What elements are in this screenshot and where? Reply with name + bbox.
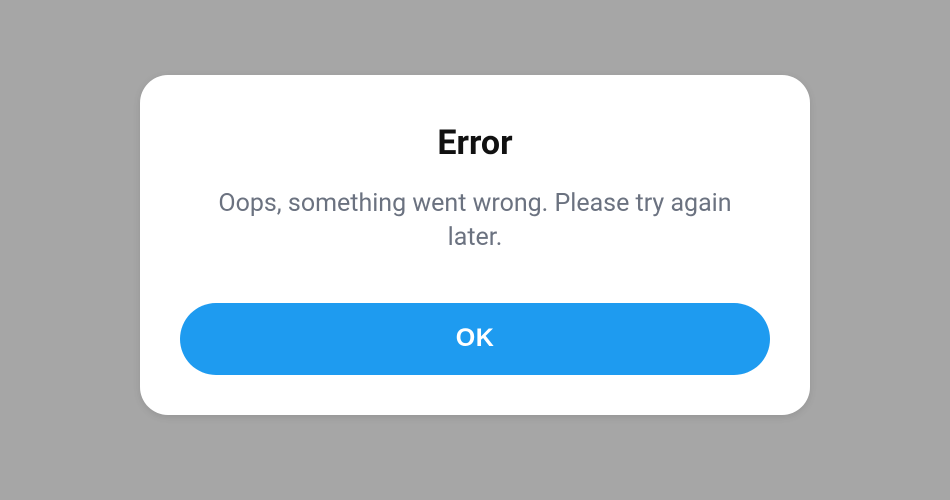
ok-button[interactable]: OK — [180, 303, 770, 375]
dialog-message: Oops, something went wrong. Please try a… — [195, 187, 755, 255]
dialog-title: Error — [437, 123, 512, 163]
error-dialog: Error Oops, something went wrong. Please… — [140, 75, 810, 415]
